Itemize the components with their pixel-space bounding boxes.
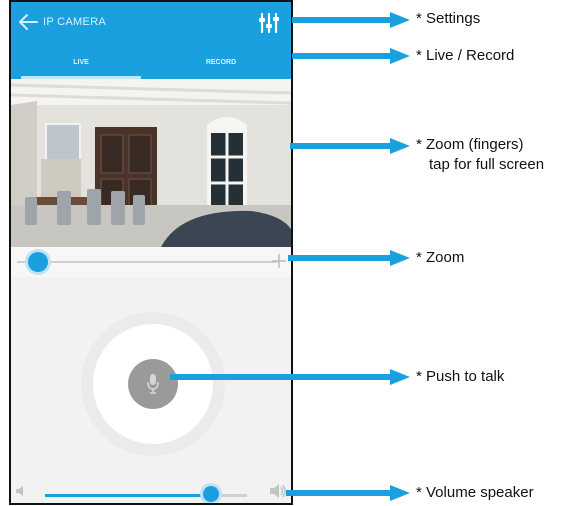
live-record-annotation: * Live / Record [416, 47, 515, 64]
volume-slider-fill [45, 494, 211, 497]
video-zoom-annotation: * Zoom (fingers) [416, 136, 524, 153]
speaker-low-icon[interactable] [15, 485, 27, 497]
sliders-icon[interactable] [257, 12, 281, 34]
camera-video-view[interactable] [11, 79, 291, 247]
live-record-arrow [292, 48, 410, 64]
plus-icon[interactable] [271, 253, 287, 269]
zoom-arrow [288, 250, 410, 266]
settings-arrow [292, 12, 410, 28]
volume-bar [11, 472, 291, 503]
push-to-talk-area [11, 277, 291, 472]
push-to-talk-annotation: * Push to talk [416, 368, 505, 385]
zoom-slider-thumb[interactable] [27, 252, 48, 272]
arrow-left-icon[interactable] [17, 12, 39, 32]
talk-ring-inner [93, 324, 213, 444]
tab-record[interactable]: RECORD [151, 50, 291, 79]
volume-slider-thumb[interactable] [202, 486, 219, 502]
volume-annotation: * Volume speaker [416, 484, 534, 501]
zoom-bar [11, 247, 291, 277]
video-zoom-arrow [290, 138, 410, 154]
tab-record-label: RECORD [205, 59, 237, 66]
speaker-high-icon[interactable] [269, 483, 287, 499]
app-bar: IP CAMERA [11, 2, 291, 50]
microphone-icon [147, 374, 159, 394]
tab-live-label: LIVE [73, 59, 89, 66]
zoom-slider-track[interactable] [17, 261, 277, 263]
camera-scene-image [11, 79, 291, 247]
volume-arrow [286, 485, 410, 501]
push-to-talk-button[interactable] [128, 359, 178, 409]
tab-bar: LIVE RECORD [11, 50, 291, 79]
tab-live[interactable]: LIVE [11, 50, 151, 79]
full-screen-annotation: tap for full screen [429, 156, 545, 173]
phone-screen: IP CAMERA LIVE RECORD [9, 0, 293, 505]
zoom-annotation: * Zoom [416, 249, 465, 266]
settings-annotation: * Settings [416, 10, 481, 27]
app-title: IP CAMERA [43, 16, 107, 28]
talk-ring [81, 312, 225, 456]
